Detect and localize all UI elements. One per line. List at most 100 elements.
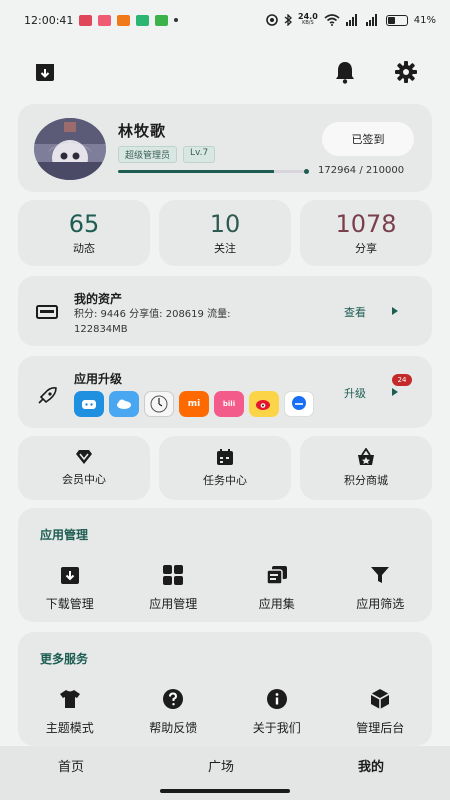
battery-percent: 41% [413, 14, 436, 26]
home-indicator[interactable] [160, 789, 290, 793]
upgrade-title: 应用升级 [74, 372, 123, 386]
notification-app-icon [136, 14, 150, 26]
xiaomi-icon: mi [179, 391, 209, 417]
assets-card[interactable]: 我的资产 积分: 9446 分享值: 208619 流量: 122834MB 查… [18, 276, 432, 346]
notification-app-icon [98, 14, 112, 26]
more-services-grid: 主题模式 帮助反馈 关于我们 管理后台 [18, 688, 432, 736]
section-title: 应用管理 [40, 528, 89, 542]
bilibili-icon: bili [214, 391, 244, 417]
bilibili-like-tv-icon [74, 391, 104, 417]
tshirt-icon [59, 690, 80, 708]
upgrade-count-badge: 24 [392, 374, 412, 386]
stat-value: 10 [209, 210, 241, 238]
help-icon [163, 689, 184, 709]
stat-following[interactable]: 10 关注 [159, 200, 291, 266]
bluetooth-icon [284, 14, 292, 26]
wallet-icon [36, 304, 58, 323]
info-icon [266, 689, 287, 709]
status-right: 24.0 KB/S 41% [266, 13, 436, 27]
chevron-right-icon [392, 307, 398, 315]
grid-item-label: 管理后台 [356, 721, 405, 735]
notification-app-icon [79, 14, 93, 26]
stat-label: 分享 [355, 242, 377, 255]
network-speed: 24.0 KB/S [298, 12, 318, 27]
profile-card[interactable]: 林牧歌 超级管理员 Lv.7 已签到 172964 / 210000 [18, 104, 432, 192]
points-mall-button[interactable]: 积分商城 [300, 436, 432, 500]
notification-eye-icon [117, 14, 131, 26]
download-box-icon [60, 567, 79, 584]
role-badge: 超级管理员 [118, 146, 178, 163]
status-left: 12:00:41 [24, 14, 266, 27]
nfc-icon [266, 14, 278, 26]
stat-shares[interactable]: 1078 分享 [300, 200, 432, 266]
assets-line1: 积分: 9446 分享值: 208619 流量: [74, 309, 231, 320]
help-feedback-button[interactable]: 帮助反馈 [122, 688, 226, 736]
stat-label: 动态 [73, 242, 95, 255]
download-manager-button[interactable]: 下载管理 [18, 564, 122, 612]
avatar[interactable] [34, 118, 106, 180]
checkin-button[interactable]: 已签到 [322, 122, 414, 156]
bell-icon[interactable] [332, 58, 358, 86]
nav-square[interactable]: 广场 [208, 756, 234, 775]
theme-mode-button[interactable]: 主题模式 [18, 688, 122, 736]
battery-level [387, 16, 396, 24]
section-title: 更多服务 [40, 652, 89, 666]
nav-home[interactable]: 首页 [58, 756, 84, 775]
shopping-basket-icon [358, 448, 374, 465]
rocket-icon [36, 386, 58, 410]
member-center-button[interactable]: 会员中心 [18, 436, 150, 500]
exp-text: 172964 / 210000 [318, 165, 405, 176]
quick-action-label: 会员中心 [62, 473, 106, 486]
more-services-section: 更多服务 主题模式 帮助反馈 关于我们 管理后台 [18, 632, 432, 746]
grid-item-label: 应用筛选 [356, 597, 405, 611]
stat-label: 关注 [214, 242, 236, 255]
grid-apps-icon [163, 565, 184, 585]
assets-title: 我的资产 [74, 292, 123, 306]
grid-item-label: 关于我们 [252, 721, 301, 735]
exp-progress-fill [118, 170, 275, 173]
calendar-icon [217, 449, 233, 465]
stat-value: 65 [68, 210, 100, 238]
cube-icon [370, 689, 390, 709]
stat-value: 1078 [335, 210, 397, 238]
weather-icon [109, 391, 139, 417]
badge-group: 超级管理员 Lv.7 [118, 146, 216, 163]
nav-mine[interactable]: 我的 [358, 756, 384, 775]
app-manager-button[interactable]: 应用管理 [122, 564, 226, 612]
upgrade-app-list: mi bili [74, 391, 314, 417]
assets-line2: 122834MB [74, 324, 128, 335]
battery-icon [385, 14, 408, 26]
download-box-icon[interactable] [32, 58, 58, 86]
quick-action-label: 任务中心 [203, 474, 247, 487]
grid-item-label: 帮助反馈 [149, 721, 198, 735]
weibo-icon [249, 391, 279, 417]
signal-icon [365, 14, 377, 26]
view-assets-link[interactable]: 查看 [344, 304, 366, 320]
grid-item-label: 主题模式 [45, 721, 94, 735]
chevron-right-icon [392, 388, 398, 396]
app-management-grid: 下载管理 应用管理 应用集 应用筛选 [18, 564, 432, 612]
grid-item-label: 下载管理 [45, 597, 94, 611]
admin-panel-button[interactable]: 管理后台 [329, 688, 433, 736]
status-bar: 12:00:41 24.0 KB/S 41% [0, 0, 450, 40]
grid-item-label: 应用集 [258, 597, 295, 611]
grid-item-label: 应用管理 [149, 597, 198, 611]
app-management-section: 应用管理 下载管理 应用管理 应用集 应用筛选 [18, 508, 432, 622]
app-collection-button[interactable]: 应用集 [225, 564, 329, 612]
gear-icon[interactable] [393, 58, 419, 86]
status-time: 12:00:41 [24, 13, 74, 27]
filter-icon [371, 567, 390, 583]
username: 林牧歌 [118, 122, 167, 140]
top-bar [0, 58, 450, 88]
task-center-button[interactable]: 任务中心 [159, 436, 291, 500]
signal-icon [345, 14, 357, 26]
collection-icon [266, 566, 287, 585]
exp-progress-bar [118, 170, 308, 173]
about-us-button[interactable]: 关于我们 [225, 688, 329, 736]
upgrade-card[interactable]: 应用升级 mi bili 升级 24 [18, 356, 432, 428]
quick-action-label: 积分商城 [344, 474, 388, 487]
stat-posts[interactable]: 65 动态 [18, 200, 150, 266]
app-filter-button[interactable]: 应用筛选 [329, 564, 433, 612]
notification-app-icon [155, 14, 169, 26]
upgrade-link[interactable]: 升级 [344, 385, 366, 401]
